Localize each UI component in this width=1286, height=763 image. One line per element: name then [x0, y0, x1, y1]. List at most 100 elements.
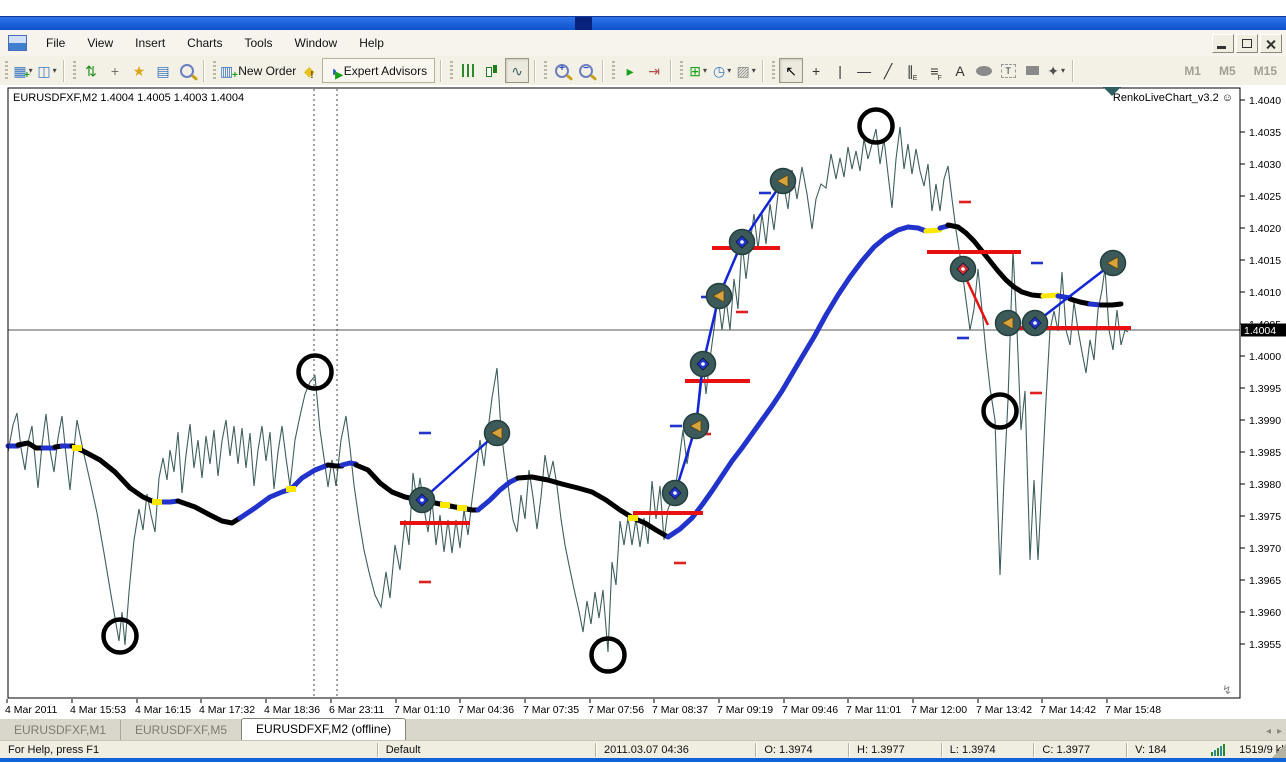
time-tick-label: 7 Mar 09:19: [717, 704, 773, 716]
price-tick-label: 1.3995: [1249, 383, 1281, 395]
equidistant-channel-button[interactable]: ∥ E: [901, 59, 923, 83]
bar-chart-button[interactable]: [457, 59, 479, 82]
moving-average-segment: [923, 227, 943, 234]
text-label-button[interactable]: T: [997, 59, 1019, 82]
expert-advisors-button[interactable]: ◗ ▶ Expert Advisors: [322, 58, 436, 83]
menu-view[interactable]: View: [76, 33, 124, 53]
menu-charts[interactable]: Charts: [176, 33, 233, 53]
menu-file[interactable]: File: [35, 33, 76, 53]
zoom-in-button[interactable]: +: [551, 59, 573, 82]
toolbar-separator: [534, 59, 536, 82]
toolbar-grip: [612, 60, 616, 81]
dropdown-arrow-icon[interactable]: ▾: [1061, 66, 1065, 75]
market-watch-button[interactable]: ⇅: [80, 59, 102, 82]
icon-subscript: F: [937, 75, 942, 82]
restore-button[interactable]: [1236, 34, 1258, 53]
cursor-button[interactable]: ↖: [779, 58, 804, 83]
menu-tools[interactable]: Tools: [234, 33, 284, 53]
toolbar-grip: [544, 60, 548, 81]
toolbar-separator: [602, 59, 604, 82]
menu-bar: File View Insert Charts Tools Window Help: [0, 30, 1286, 57]
zoom-out-icon: −: [579, 63, 594, 78]
icon-badge: ▶: [335, 70, 343, 81]
toolbar-grip: [213, 60, 216, 81]
dropdown-arrow-icon[interactable]: ▾: [752, 66, 756, 75]
tab-scroll-left-icon[interactable]: ◂: [1266, 726, 1271, 737]
candlestick-chart-button[interactable]: [481, 59, 503, 82]
resize-grip[interactable]: [1270, 741, 1286, 759]
price-tick-label: 1.4040: [1249, 95, 1281, 107]
toolbar-grip: [5, 60, 8, 81]
data-window-button[interactable]: +: [104, 59, 126, 82]
profiles-icon: ◫: [37, 62, 51, 79]
crosshair-icon: +: [812, 62, 821, 79]
menu-window[interactable]: Window: [284, 33, 349, 53]
price-tick-label: 1.3975: [1249, 511, 1281, 523]
tab-eurusdfxf-m2-offline-[interactable]: EURUSDFXF,M2 (offline): [241, 718, 407, 741]
price-tick-label: 1.3990: [1249, 415, 1281, 427]
new-chart-button[interactable]: ▦ + ▾: [12, 59, 34, 82]
crosshair-button[interactable]: +: [805, 59, 827, 82]
ma-yellow-tick: [440, 502, 450, 508]
auto-scroll-button[interactable]: ▸: [619, 59, 641, 82]
time-tick-label: 7 Mar 04:36: [458, 704, 514, 716]
chart-shift-button[interactable]: ⇥: [643, 59, 665, 82]
profiles-button[interactable]: ◫ ▾: [36, 59, 58, 82]
toolbar-separator: [203, 59, 204, 82]
tab-scroll-right-icon[interactable]: ▸: [1277, 726, 1282, 737]
time-tick-label: 4 Mar 2011: [5, 704, 57, 716]
icon-subscript: E: [912, 75, 918, 82]
diamond-center-dot: [420, 498, 424, 502]
time-tick-label: 6 Mar 23:11: [329, 704, 384, 716]
metaeditor-button[interactable]: ◆!: [298, 59, 320, 82]
ellipse-button[interactable]: [973, 59, 995, 82]
rectangle-button[interactable]: [1021, 59, 1043, 82]
chart-symbol-label: EURUSDFXF,M2 1.4004 1.4005 1.4003 1.4004: [13, 92, 244, 104]
period-m5-button[interactable]: M5: [1210, 61, 1245, 81]
dropdown-arrow-icon[interactable]: ▾: [703, 66, 707, 75]
mag-sign: +: [559, 62, 566, 74]
new-order-button[interactable]: ▥ + New Order: [220, 59, 296, 82]
tab-eurusdfxf-m1[interactable]: EURUSDFXF,M1: [0, 720, 122, 741]
menu-insert[interactable]: Insert: [124, 33, 176, 53]
time-tick-label: 7 Mar 11:01: [846, 704, 901, 716]
period-m15-button[interactable]: M15: [1245, 61, 1286, 81]
text-button[interactable]: A: [949, 59, 971, 82]
ma-yellow-tick: [457, 505, 467, 511]
vertical-line-button[interactable]: |: [829, 59, 851, 82]
close-button[interactable]: [1260, 34, 1282, 53]
trendline-icon: ╱: [883, 62, 893, 79]
horizontal-line-button[interactable]: —: [853, 59, 875, 82]
chart-shift-icon: ⇥: [648, 62, 660, 79]
toolbar-grip: [73, 60, 76, 81]
moving-average-segment: [1098, 301, 1124, 308]
arrows-button[interactable]: ✦ ▾: [1045, 59, 1067, 82]
text-icon: A: [955, 62, 965, 79]
strategy-tester-button[interactable]: [176, 59, 198, 82]
chart-tab-bar: EURUSDFXF,M1 EURUSDFXF,M5 EURUSDFXF,M2 (of…: [0, 718, 1286, 741]
terminal-button[interactable]: ▤: [152, 59, 174, 82]
title-bar[interactable]: [0, 16, 1286, 31]
chart-window-icon: [8, 35, 27, 51]
line-chart-button[interactable]: ∿: [505, 58, 530, 83]
trendline-button[interactable]: ╱: [877, 59, 899, 82]
menu-help[interactable]: Help: [348, 33, 395, 53]
tab-eurusdfxf-m5[interactable]: EURUSDFXF,M5: [121, 720, 241, 741]
minimize-button[interactable]: [1212, 34, 1234, 53]
icon-badge: !: [310, 70, 314, 81]
navigator-button[interactable]: ★: [128, 59, 150, 82]
price-tick-label: 1.3980: [1249, 479, 1281, 491]
diamond-center-dot: [673, 491, 677, 495]
period-m1-button[interactable]: M1: [1175, 61, 1210, 81]
fibonacci-button[interactable]: ≡ F: [925, 59, 947, 83]
indicators-button[interactable]: ⊞ ▾: [687, 59, 709, 82]
periods-button[interactable]: ◷ ▾: [711, 59, 733, 82]
chart-area[interactable]: 1.4040 1.4035 1.4030 1.4025 1.4020 1.4015 1.40…: [0, 85, 1286, 718]
tab-scroll-arrows: ◂ ▸: [1266, 726, 1282, 741]
templates-button[interactable]: ▨ ▾: [735, 59, 757, 82]
zoom-out-button[interactable]: −: [575, 59, 597, 82]
dropdown-arrow-icon[interactable]: ▾: [727, 66, 731, 75]
toolbar-separator: [440, 59, 442, 82]
market-watch-icon: ⇅: [85, 62, 97, 79]
dropdown-arrow-icon[interactable]: ▾: [53, 66, 57, 75]
